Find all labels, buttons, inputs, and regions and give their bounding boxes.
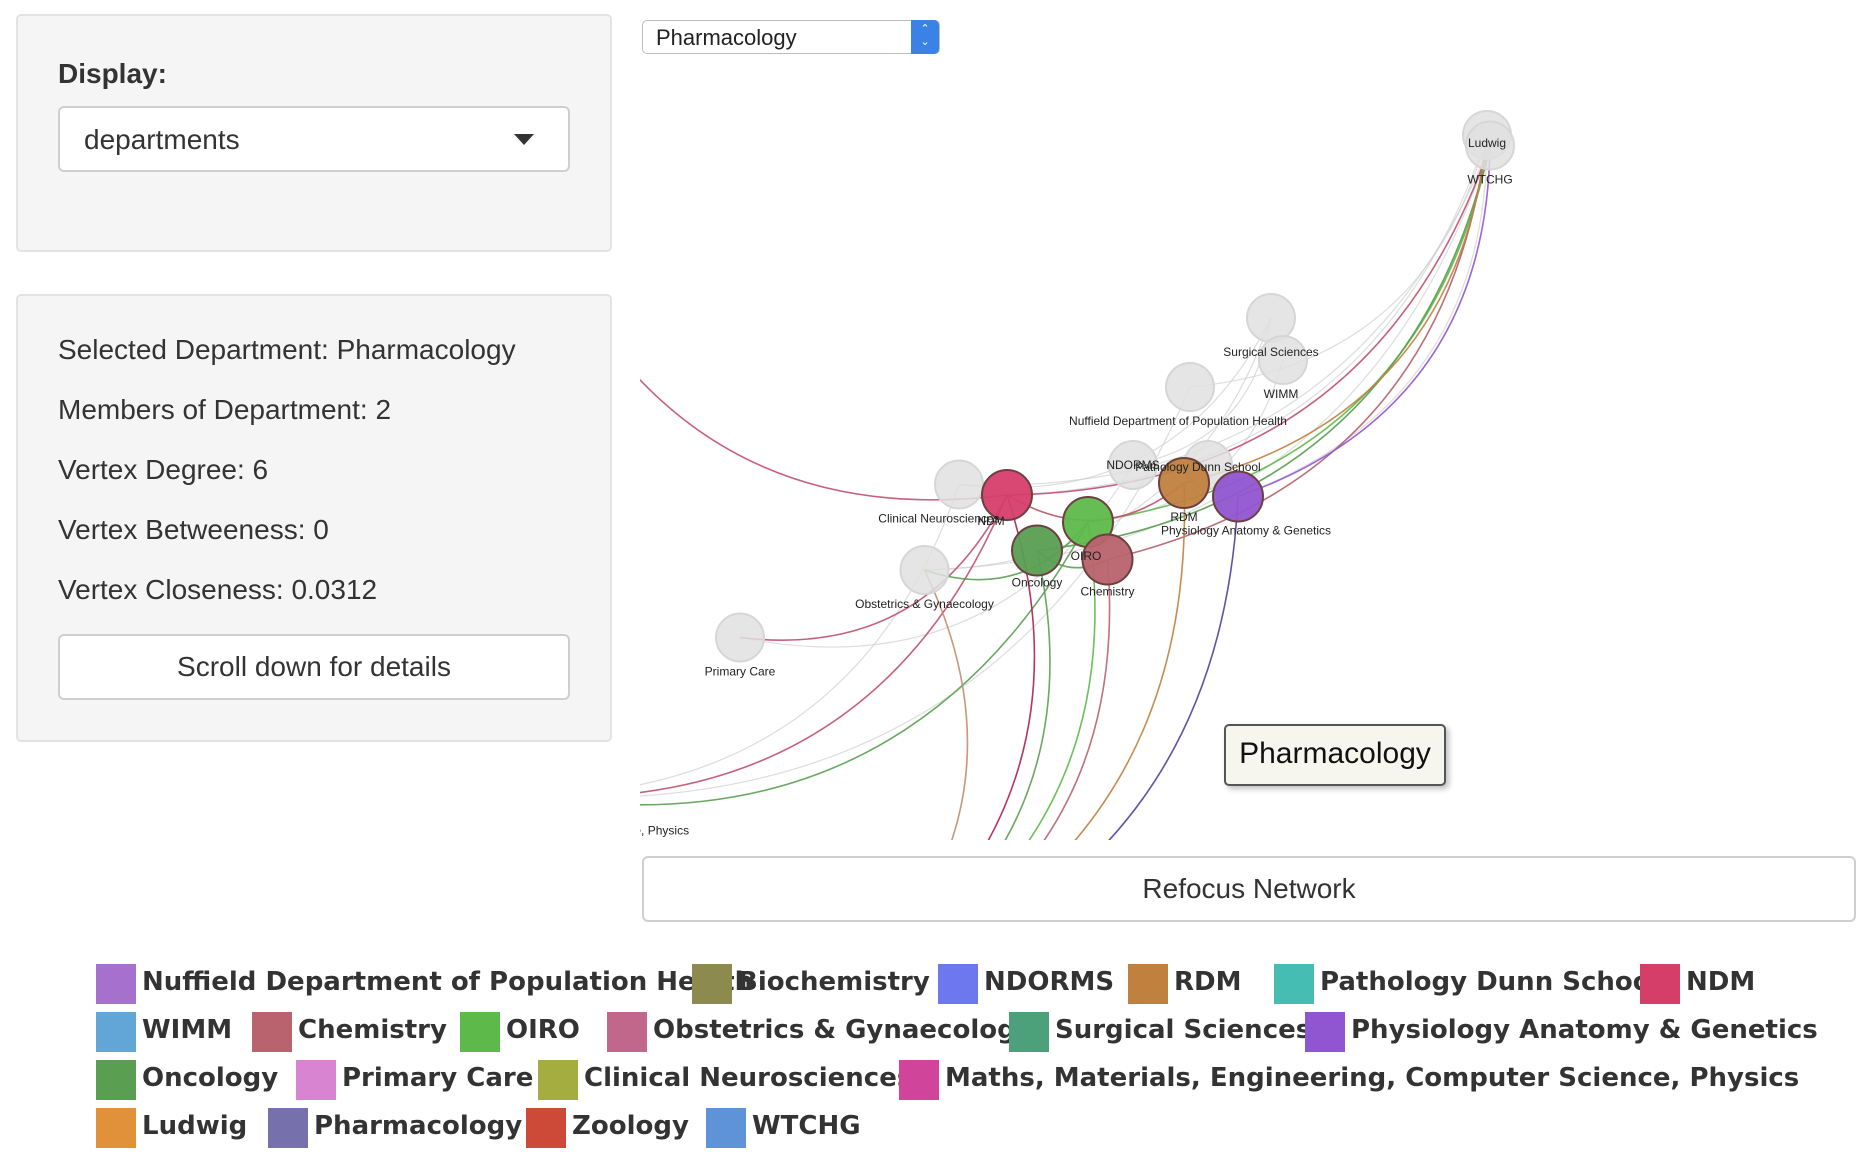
legend-label: Oncology [142,1063,279,1093]
node-label: Primary Care [705,665,776,679]
legend-swatch [938,964,978,1004]
legend-swatch [706,1108,746,1148]
legend-label: NDM [1686,967,1756,997]
node-label: RDM [1170,510,1197,524]
legend-swatch [899,1060,939,1100]
selected-department-text: Selected Department: Pharmacology [58,334,516,365]
vertex-degree-text: Vertex Degree: 6 [58,454,269,485]
edge [1183,134,1488,484]
legend-swatch [296,1060,336,1100]
node-label: Surgical Sciences [1223,345,1318,359]
legend-label: WIMM [142,1015,233,1045]
legend: Nuffield Department of Population Health… [0,964,1860,1164]
legend-label: Maths, Materials, Engineering, Computer … [945,1063,1800,1093]
node-label: WTCHG [1467,173,1512,187]
legend-swatch [96,964,136,1004]
legend-swatch [1009,1012,1049,1052]
legend-label: WTCHG [752,1111,861,1141]
members-text: Members of Department: 2 [58,394,392,425]
node-clinical-neurosciences[interactable] [934,459,984,510]
department-select-value: Pharmacology [656,25,797,50]
display-select[interactable]: departments [58,106,570,172]
edge [958,145,1491,486]
legend-swatch [96,1060,136,1100]
legend-label: Ludwig [142,1111,248,1141]
legend-swatch [538,1060,578,1100]
legend-swatch [607,1012,647,1052]
node-label: NDM [977,514,1004,528]
legend-swatch [1305,1012,1345,1052]
legend-label: Pharmacology [314,1111,523,1141]
refocus-network-button[interactable]: Refocus Network [642,856,1856,922]
node-physiology-anatomy-genetics[interactable] [1212,470,1264,523]
legend-label: Biochemistry [738,967,930,997]
legend-swatch [526,1108,566,1148]
vertex-closeness-text: Vertex Closeness: 0.0312 [58,574,378,605]
department-select[interactable]: Pharmacology ⌃ ⌄ [642,20,940,54]
legend-label: Physiology Anatomy & Genetics [1351,1015,1818,1045]
legend-label: Pathology Dunn School [1320,967,1660,997]
node-surgical-sciences[interactable] [1246,293,1296,343]
display-label: Display: [58,58,167,89]
node-label: Oncology [1012,576,1063,590]
node-label: Maths, Materials, Engineering, Computer … [640,824,689,838]
display-select-value: departments [84,124,240,155]
legend-label: Primary Care [342,1063,534,1093]
node-nuffield-department-of-population-health[interactable] [1165,362,1215,412]
legend-label: Zoology [572,1111,689,1141]
legend-label: Nuffield Department of Population Health [142,967,754,997]
legend-label: RDM [1174,967,1242,997]
edge [640,494,1008,794]
legend-label: NDORMS [984,967,1115,997]
display-panel: Display: departments [16,14,612,252]
legend-swatch [252,1012,292,1052]
legend-swatch [460,1012,500,1052]
node-label: Physiology Anatomy & Genetics [1161,524,1331,538]
legend-swatch [268,1108,308,1148]
legend-label: Obstetrics & Gynaecology [653,1015,1033,1045]
legend-label: OIRO [506,1015,580,1045]
node-label: Ludwig [1468,136,1506,150]
node-label: Obstetrics & Gynaecology [855,597,994,611]
node-obstetrics-gynaecology[interactable] [899,545,950,595]
node-label: Chemistry [1080,585,1134,599]
legend-label: Chemistry [298,1015,447,1045]
edge [987,494,1036,840]
department-info-panel: Selected Department: Pharmacology Member… [16,294,612,742]
caret-down-icon [514,134,534,145]
scroll-down-button[interactable]: Scroll down for details [58,634,570,700]
node-label: NDORMS [1106,458,1159,472]
legend-swatch [1128,964,1168,1004]
legend-swatch [692,964,732,1004]
legend-swatch [1274,964,1314,1004]
network-graph[interactable]: LudwigWTCHGZoologySurgical SciencesWIMMN… [640,60,1860,840]
edge [640,484,960,786]
up-down-chevron-icon: ⌃ ⌄ [911,20,939,54]
legend-label: Surgical Sciences [1055,1015,1312,1045]
node-oncology[interactable] [1011,524,1063,577]
node-label: Nuffield Department of Population Health [1069,414,1287,428]
legend-swatch [96,1012,136,1052]
node-label: WIMM [1264,387,1299,401]
node-tooltip: Pharmacology [1224,724,1446,786]
legend-label: Clinical Neurosciences [584,1063,913,1093]
legend-swatch [1640,964,1680,1004]
node-wimm[interactable] [1258,335,1308,385]
vertex-betweenness-text: Vertex Betweeness: 0 [58,514,329,545]
legend-swatch [96,1108,136,1148]
node-primary-care[interactable] [715,612,765,663]
node-label: OIRO [1071,549,1102,563]
